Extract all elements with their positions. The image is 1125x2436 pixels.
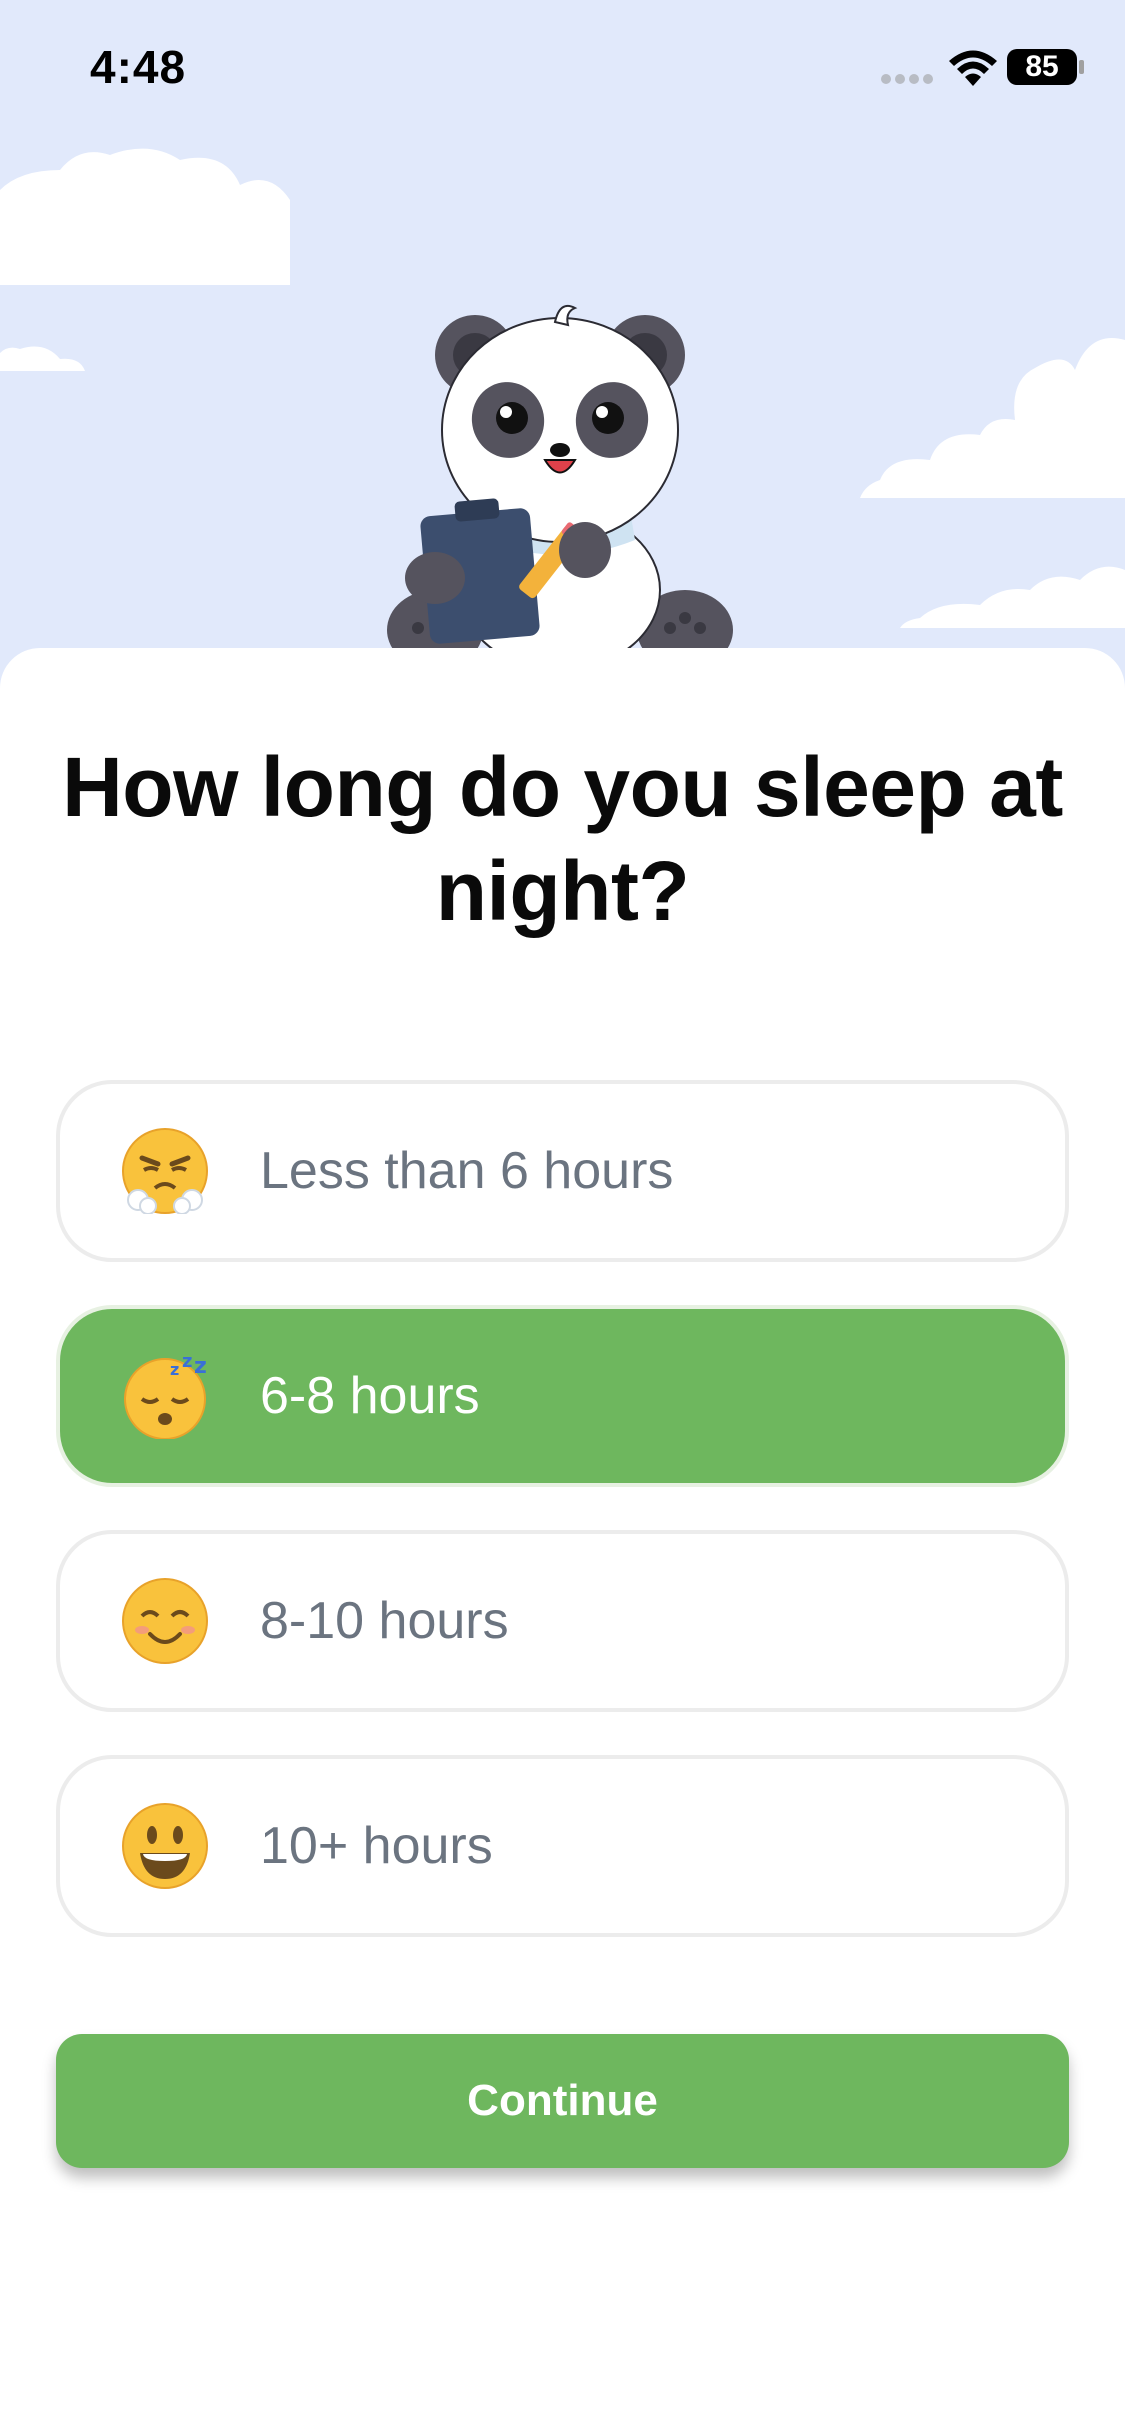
question-title: How long do you sleep at night? (62, 740, 1063, 938)
option-label: 6-8 hours (260, 1367, 480, 1425)
sleeping-face-icon: z z z (124, 1353, 207, 1439)
svg-text:z: z (182, 1353, 192, 1372)
option-label: Less than 6 hours (260, 1142, 674, 1200)
option-6-8-hours[interactable]: z z z 6-8 hours (56, 1305, 1069, 1487)
cloud-icon (860, 338, 1125, 498)
svg-text:z: z (194, 1354, 207, 1379)
option-10-plus-hours[interactable]: 10+ hours (56, 1755, 1069, 1937)
option-8-10-hours[interactable]: 8-10 hours (56, 1530, 1069, 1712)
grinning-face-icon (122, 1803, 208, 1889)
option-less-than-6-hours[interactable]: Less than 6 hours (56, 1080, 1069, 1262)
smiling-face-icon (122, 1578, 208, 1664)
option-label: 8-10 hours (260, 1592, 509, 1650)
cloud-icon (0, 148, 290, 285)
continue-button[interactable]: Continue (56, 2034, 1069, 2168)
wifi-icon (949, 50, 997, 86)
battery-level: 85 (1025, 50, 1059, 83)
cloud-icon (900, 566, 1125, 628)
cloud-icon (0, 346, 85, 371)
cellular-signal-icon (881, 74, 933, 84)
battery-icon: 85 (1006, 48, 1086, 86)
svg-text:z: z (170, 1360, 179, 1379)
panda-with-clipboard-icon (387, 304, 733, 652)
status-bar: 4:48 85 (0, 0, 1125, 140)
steam-face-icon (122, 1128, 208, 1214)
onboarding-screen: 4:48 85 How long do you sleep at night? … (0, 0, 1125, 2436)
status-time: 4:48 (90, 41, 187, 93)
option-label: 10+ hours (260, 1817, 493, 1875)
